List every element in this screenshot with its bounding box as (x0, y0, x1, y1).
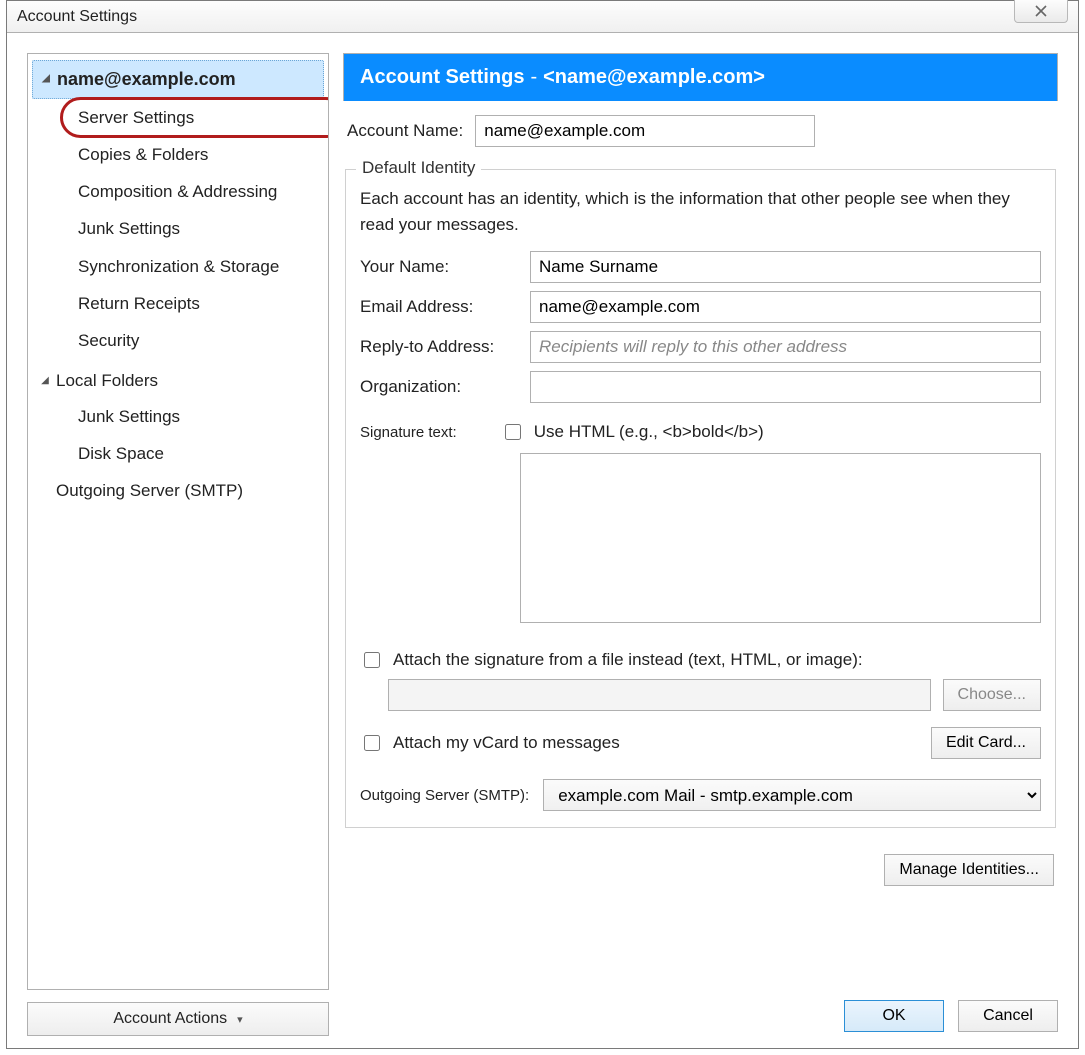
email-label: Email Address: (360, 297, 520, 317)
use-html-checkbox-label[interactable]: Use HTML (e.g., <b>bold</b>) (501, 421, 764, 443)
sidebar: ◢ name@example.com Server Settings Copie… (27, 53, 329, 1036)
organization-input[interactable] (530, 371, 1041, 403)
close-button[interactable] (1014, 0, 1068, 23)
tree-item-composition[interactable]: Composition & Addressing (70, 173, 324, 210)
smtp-select[interactable]: example.com Mail - smtp.example.com (543, 779, 1041, 811)
attach-file-checkbox-label[interactable]: Attach the signature from a file instead… (360, 649, 1041, 671)
email-input[interactable] (530, 291, 1041, 323)
your-name-label: Your Name: (360, 257, 520, 277)
cancel-button[interactable]: Cancel (958, 1000, 1058, 1032)
signature-textarea[interactable] (520, 453, 1041, 623)
choose-file-button[interactable]: Choose... (943, 679, 1041, 711)
main-panel: Account Settings - <name@example.com> Ac… (343, 53, 1058, 1036)
dropdown-icon: ▾ (237, 1013, 243, 1026)
account-tree: ◢ name@example.com Server Settings Copie… (27, 53, 329, 990)
fieldset-legend: Default Identity (356, 158, 481, 178)
ok-button[interactable]: OK (844, 1000, 944, 1032)
panel-subtitle: <name@example.com> (543, 66, 765, 89)
tree-local-folders[interactable]: ◢ Local Folders (32, 363, 324, 398)
account-actions-button[interactable]: Account Actions ▾ (27, 1002, 329, 1036)
window-title: Account Settings (17, 8, 137, 26)
tree-item-return-receipts[interactable]: Return Receipts (70, 285, 324, 322)
account-settings-window: Account Settings ◢ name@example.com Serv… (6, 0, 1079, 1049)
panel-title: Account Settings (360, 66, 524, 89)
tree-item-security[interactable]: Security (70, 322, 324, 359)
dialog-footer: OK Cancel (343, 990, 1058, 1036)
tree-account-root[interactable]: ◢ name@example.com (32, 60, 324, 99)
organization-label: Organization: (360, 377, 520, 397)
replyto-input[interactable] (530, 331, 1041, 363)
twisty-icon: ◢ (39, 72, 53, 86)
tree-item-server-settings[interactable]: Server Settings (70, 99, 324, 136)
tree-item-disk-space[interactable]: Disk Space (70, 435, 324, 472)
panel-header: Account Settings - <name@example.com> (343, 53, 1058, 101)
edit-card-button[interactable]: Edit Card... (931, 727, 1041, 759)
replyto-label: Reply-to Address: (360, 337, 520, 357)
titlebar: Account Settings (7, 1, 1078, 33)
signature-label: Signature text: (360, 424, 457, 441)
account-name-label: Account Name: (347, 121, 463, 141)
smtp-label: Outgoing Server (SMTP): (360, 787, 529, 804)
close-icon (1034, 5, 1048, 17)
signature-file-input (388, 679, 931, 711)
manage-identities-button[interactable]: Manage Identities... (884, 854, 1054, 886)
attach-vcard-checkbox[interactable] (364, 735, 380, 751)
tree-item-sync-storage[interactable]: Synchronization & Storage (70, 248, 324, 285)
attach-file-checkbox[interactable] (364, 652, 380, 668)
tree-item-local-junk[interactable]: Junk Settings (70, 398, 324, 435)
default-identity-fieldset: Default Identity Each account has an ide… (345, 169, 1056, 828)
your-name-input[interactable] (530, 251, 1041, 283)
tree-item-junk[interactable]: Junk Settings (70, 210, 324, 247)
tree-account-label: name@example.com (57, 65, 236, 94)
tree-item-outgoing-smtp[interactable]: Outgoing Server (SMTP) (32, 473, 324, 508)
use-html-checkbox[interactable] (505, 424, 521, 440)
account-name-input[interactable] (475, 115, 815, 147)
identity-description: Each account has an identity, which is t… (360, 186, 1041, 237)
attach-vcard-checkbox-label[interactable]: Attach my vCard to messages (360, 732, 620, 754)
twisty-icon: ◢ (38, 374, 52, 388)
tree-item-copies-folders[interactable]: Copies & Folders (70, 136, 324, 173)
